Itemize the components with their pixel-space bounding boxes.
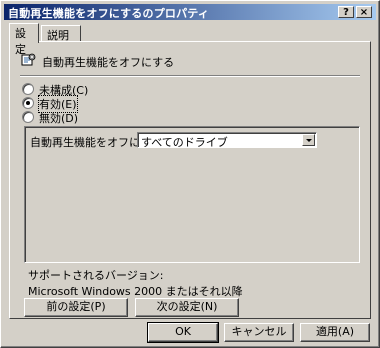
radio-disabled-label: 無効(D) <box>39 112 79 125</box>
help-button[interactable]: ? <box>338 6 354 18</box>
window-title: 自動再生機能をオフにするのプロパティ <box>8 7 210 20</box>
settings-panel: 自動再生機能をオフにする 未構成(C) 有効(E) 無効(D) 自動再生機能をオ… <box>9 41 371 319</box>
prev-setting-button[interactable]: 前の設定(P) <box>24 298 128 317</box>
ok-button[interactable]: OK <box>147 322 219 343</box>
radio-enabled-circle[interactable] <box>22 97 34 109</box>
next-setting-button[interactable]: 次の設定(N) <box>135 298 239 317</box>
title-bar[interactable]: 自動再生機能をオフにするのプロパティ ? × <box>4 4 376 20</box>
tab-explain[interactable]: 説明 <box>41 25 81 42</box>
drive-select[interactable]: すべてのドライブ <box>137 132 317 149</box>
policy-name: 自動再生機能をオフにする <box>42 56 175 69</box>
close-button[interactable]: × <box>356 6 372 18</box>
properties-dialog: 自動再生機能をオフにするのプロパティ ? × 設定 説明 自動再生機能をオフにす… <box>0 0 380 348</box>
tab-settings[interactable]: 設定 <box>9 23 39 56</box>
supported-value: Microsoft Windows 2000 またはそれ以降 <box>28 285 243 298</box>
chevron-down-icon[interactable] <box>302 134 315 146</box>
radio-not-configured-circle[interactable] <box>22 83 34 95</box>
options-box: 自動再生機能をオフにする: すべてのドライブ <box>24 126 360 263</box>
supported-label: サポートされるバージョン: <box>28 269 164 282</box>
radio-disabled-circle[interactable] <box>22 111 34 123</box>
divider <box>20 75 360 77</box>
drive-select-value: すべてのドライブ <box>141 136 228 149</box>
cancel-button[interactable]: キャンセル <box>224 323 294 342</box>
apply-button[interactable]: 適用(A) <box>300 323 370 342</box>
